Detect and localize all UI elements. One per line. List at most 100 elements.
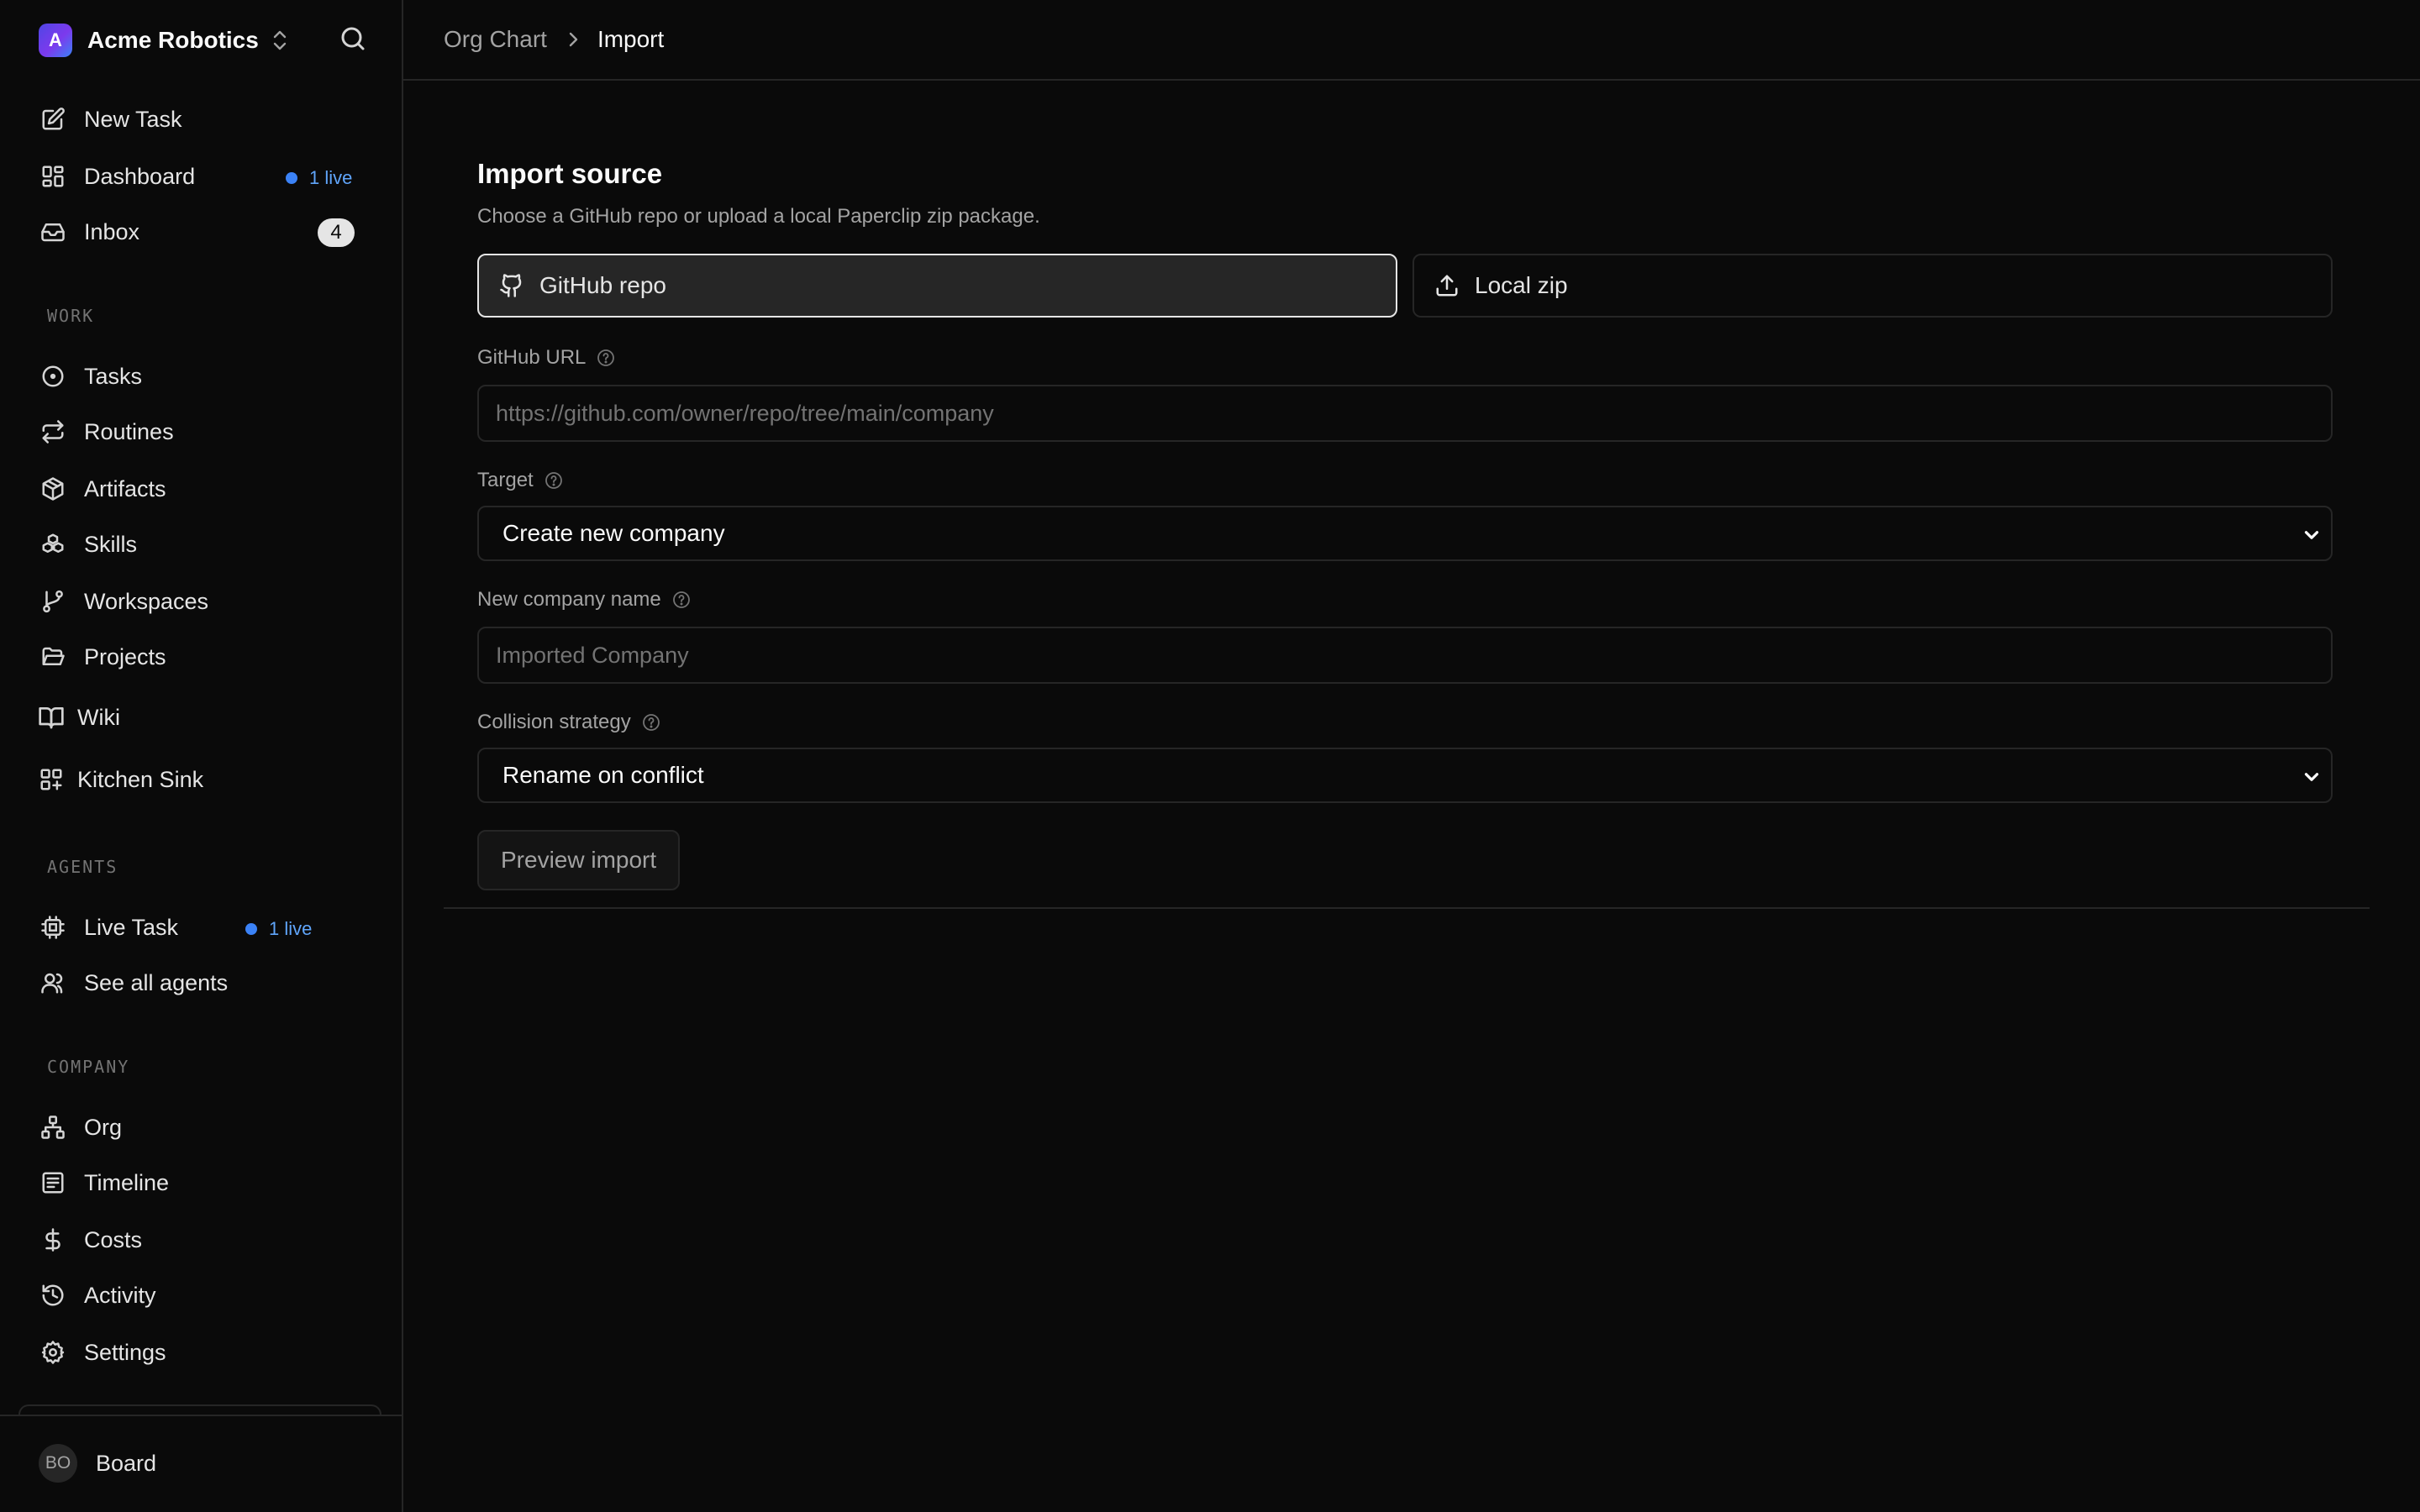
- nav-label: See all agents: [84, 969, 229, 995]
- history-icon: [39, 1281, 67, 1310]
- company-name: Acme Robotics: [87, 27, 259, 53]
- nav-artifacts[interactable]: Artifacts: [39, 465, 366, 512]
- cpu-icon: [39, 913, 67, 942]
- app-root: A Acme Robotics New Task Dashboard 1 liv…: [0, 0, 2420, 1512]
- list-document-icon: [39, 1168, 67, 1197]
- help-circle-icon[interactable]: [544, 470, 564, 491]
- nav-kitchen-sink[interactable]: Kitchen Sink: [37, 756, 365, 803]
- field-label: New company name: [477, 588, 2333, 612]
- folder-open-icon: [39, 643, 67, 671]
- nav-label: Skills: [84, 531, 138, 557]
- sidebar: A Acme Robotics New Task Dashboard 1 liv…: [0, 0, 403, 1512]
- inbox-icon: [39, 218, 67, 246]
- github-repo-label: GitHub repo: [539, 272, 666, 298]
- live-dot: [286, 172, 297, 184]
- nav-org[interactable]: Org: [39, 1104, 366, 1151]
- local-zip-button[interactable]: Local zip: [1413, 254, 2333, 318]
- dollar-icon: [39, 1226, 67, 1254]
- nav-workspaces[interactable]: Workspaces: [39, 578, 366, 625]
- nav-skills[interactable]: Skills: [39, 521, 366, 568]
- users-icon: [39, 969, 67, 997]
- live-badge-text: 1 live: [309, 167, 353, 188]
- company-name-field-group: New company name: [477, 588, 2333, 684]
- nav-wiki[interactable]: Wiki: [37, 694, 365, 741]
- nav-label: Workspaces: [84, 588, 209, 614]
- nav-label: Kitchen Sink: [77, 766, 204, 792]
- chevron-down-icon: [2301, 766, 2323, 788]
- company-name-input[interactable]: [477, 627, 2333, 684]
- nav-label: Timeline: [84, 1169, 170, 1195]
- network-icon: [39, 1113, 67, 1142]
- inbox-count-badge: 4: [318, 218, 355, 247]
- field-label: Collision strategy: [477, 711, 2333, 734]
- live-dot: [245, 923, 257, 935]
- help-circle-icon[interactable]: [596, 348, 616, 368]
- nav-new-task[interactable]: New Task: [39, 96, 366, 143]
- section-label-company: COMPANY: [47, 1057, 130, 1077]
- collision-selected-value: Rename on conflict: [502, 762, 704, 788]
- nav-settings[interactable]: Settings: [39, 1329, 366, 1376]
- nav-projects[interactable]: Projects: [39, 633, 366, 680]
- local-zip-label: Local zip: [1475, 272, 1568, 298]
- import-form: Import source Choose a GitHub repo or up…: [477, 158, 2333, 890]
- sidebar-footer-divider: [0, 1415, 403, 1416]
- user-name: Board: [96, 1450, 157, 1476]
- help-circle-icon[interactable]: [671, 590, 692, 610]
- nav-see-all-agents[interactable]: See all agents: [39, 959, 366, 1006]
- chevron-down-icon: [2301, 524, 2323, 546]
- collision-label: Collision strategy: [477, 711, 631, 733]
- upload-icon: [1434, 273, 1460, 298]
- nav-label: Artifacts: [84, 475, 166, 501]
- breadcrumb-parent[interactable]: Org Chart: [444, 26, 547, 53]
- dashboard-icon: [39, 162, 67, 191]
- circle-dot-icon: [39, 362, 67, 391]
- nav-tasks[interactable]: Tasks: [39, 353, 366, 400]
- chevrons-up-down-icon: [271, 29, 289, 52]
- grid-plus-icon: [37, 765, 66, 794]
- book-open-icon: [37, 703, 66, 732]
- target-select[interactable]: Create new company: [477, 506, 2333, 561]
- nav-routines[interactable]: Routines: [39, 408, 366, 455]
- nav-timeline[interactable]: Timeline: [39, 1159, 366, 1206]
- breadcrumb-current: Import: [597, 26, 665, 52]
- nav-label: Activity: [84, 1282, 156, 1308]
- company-switcher[interactable]: A Acme Robotics: [39, 20, 289, 60]
- nav-dashboard[interactable]: Dashboard 1 live: [39, 153, 366, 200]
- live-badge: 1 live: [245, 918, 312, 940]
- breadcrumb: Org Chart Import: [403, 0, 2420, 81]
- section-label-work: WORK: [47, 306, 95, 326]
- help-circle-icon[interactable]: [641, 712, 661, 732]
- nav-label: Wiki: [77, 704, 120, 730]
- nav-label: Routines: [84, 418, 174, 444]
- github-url-input[interactable]: [477, 385, 2333, 442]
- nav-label: New Task: [84, 106, 182, 132]
- target-label: Target: [477, 469, 534, 491]
- nav-label: Settings: [84, 1339, 166, 1365]
- nav-costs[interactable]: Costs: [39, 1216, 366, 1263]
- target-selected-value: Create new company: [502, 520, 725, 546]
- section-title: Import source: [477, 158, 663, 189]
- github-url-label: GitHub URL: [477, 346, 587, 369]
- collision-select[interactable]: Rename on conflict: [477, 748, 2333, 803]
- avatar: BO: [39, 1444, 77, 1483]
- live-badge-text: 1 live: [269, 918, 313, 939]
- section-subtitle: Choose a GitHub repo or upload a local P…: [477, 205, 1040, 228]
- user-menu[interactable]: BO Board: [39, 1443, 156, 1483]
- search-icon[interactable]: [338, 24, 368, 54]
- chevron-right-icon: [567, 29, 581, 50]
- pencil-square-icon: [39, 105, 67, 134]
- main-content: Org Chart Import Import source Choose a …: [403, 0, 2420, 1512]
- package-icon: [39, 475, 67, 503]
- git-branch-icon: [39, 587, 67, 616]
- field-label: GitHub URL: [477, 346, 2333, 370]
- nav-activity[interactable]: Activity: [39, 1272, 366, 1319]
- nav-label: Org: [84, 1114, 123, 1140]
- gear-icon: [39, 1338, 67, 1367]
- nav-inbox[interactable]: Inbox 4: [39, 208, 366, 255]
- target-field-group: Target Create new company: [477, 469, 2333, 561]
- github-repo-button[interactable]: GitHub repo: [477, 254, 1397, 318]
- preview-import-button[interactable]: Preview import: [477, 830, 681, 890]
- nav-live-task[interactable]: Live Task 1 live: [39, 904, 366, 951]
- field-label: Target: [477, 469, 2333, 492]
- nav-label: Tasks: [84, 363, 143, 389]
